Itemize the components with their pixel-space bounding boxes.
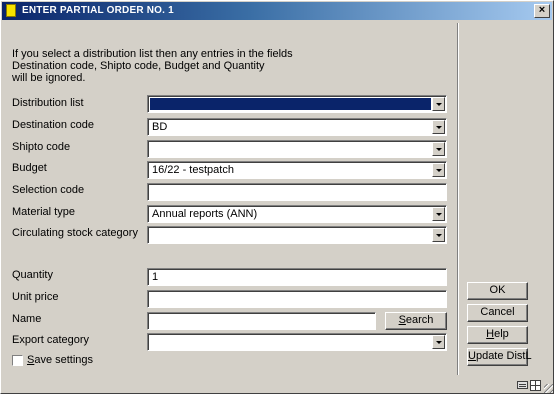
distribution-list-label: Distribution list [12,97,84,109]
save-settings-label[interactable]: Save settings [27,354,93,366]
info-line: If you select a distribution list then a… [12,48,293,60]
help-label: elp [494,328,509,340]
selection-code-label: Selection code [12,184,85,196]
export-category-label: Export category [12,334,90,346]
chevron-down-icon[interactable] [432,228,445,242]
save-settings-checkbox[interactable] [12,355,23,366]
budget-label: Budget [12,162,47,174]
name-label: Name [12,313,42,325]
info-line: will be ignored. [12,72,86,84]
cancel-button[interactable]: Cancel [467,304,528,322]
help-mnemonic: H [486,328,495,340]
quantity-value: 1 [152,271,159,283]
window-title: ENTER PARTIAL ORDER NO. 1 [22,5,174,16]
budget-select[interactable]: 16/22 - testpatch [147,161,447,179]
search-mnemonic: S [398,314,406,326]
search-button[interactable]: Search [385,312,447,330]
circulating-stock-category-select[interactable] [147,226,447,244]
chevron-down-icon[interactable] [432,207,445,221]
circulating-stock-category-label: Circulating stock category [12,227,138,239]
dialog-window: ENTER PARTIAL ORDER NO. 1 × If you selec… [0,0,554,394]
ok-button[interactable]: OK [467,282,528,300]
update-distl-button[interactable]: Update DistL [467,348,532,366]
app-icon [6,4,16,17]
destination-code-value: BD [152,121,168,133]
vertical-divider [457,23,459,375]
title-bar: ENTER PARTIAL ORDER NO. 1 × [2,2,552,20]
close-button[interactable]: × [534,4,550,18]
chevron-down-icon[interactable] [432,97,445,111]
save-settings-text: ave settings [34,354,94,366]
quantity-input[interactable]: 1 [147,268,447,286]
info-text: If you select a distribution list then a… [12,48,293,84]
chevron-down-icon[interactable] [432,335,445,349]
update-distl-label: pdate DistL [475,350,532,362]
chevron-down-icon[interactable] [432,142,445,156]
quantity-label: Quantity [12,269,53,281]
info-line: Destination code, Shipto code, Budget an… [12,60,265,72]
material-type-label: Material type [12,206,75,218]
unit-price-label: Unit price [12,291,59,303]
keyboard-icon[interactable] [517,381,528,389]
update-distl-mnemonic: U [468,350,476,362]
budget-value: 16/22 - testpatch [152,164,234,176]
search-label: earch [405,314,434,326]
selection-highlight [150,98,431,110]
shipto-code-select[interactable] [147,140,447,158]
selection-code-input[interactable] [147,183,447,201]
chevron-down-icon[interactable] [432,163,445,177]
help-button[interactable]: Help [467,326,528,344]
destination-code-select[interactable]: BD [147,118,447,136]
shipto-code-label: Shipto code [12,141,71,153]
distribution-list-select[interactable] [147,95,447,113]
material-type-value: Annual reports (ANN) [152,208,258,220]
resize-grip-icon[interactable] [544,384,553,393]
name-input[interactable] [147,312,376,330]
destination-code-label: Destination code [12,119,94,131]
export-category-select[interactable] [147,333,447,351]
unit-price-input[interactable] [147,290,447,308]
chevron-down-icon[interactable] [432,120,445,134]
grid-icon[interactable] [530,380,541,391]
material-type-select[interactable]: Annual reports (ANN) [147,205,447,223]
